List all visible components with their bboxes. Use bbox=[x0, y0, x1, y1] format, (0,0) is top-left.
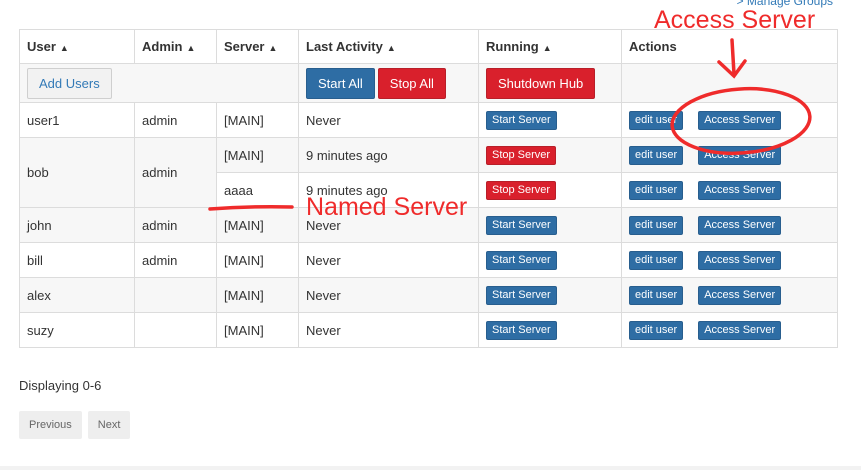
table-row: suzy [MAIN] Never Start Server edit user… bbox=[19, 312, 838, 348]
col-user[interactable]: User ▲︎ bbox=[19, 29, 135, 64]
annotation-named-server: Named Server bbox=[306, 193, 468, 221]
edit-user-button[interactable]: edit user bbox=[629, 320, 684, 340]
table-row: user1 admin [MAIN] Never Start Server ed… bbox=[19, 102, 838, 138]
user-cell: suzy bbox=[19, 312, 135, 348]
last-activity-cell: Never bbox=[298, 312, 479, 348]
sort-icon: ▲︎ bbox=[268, 43, 278, 53]
admin-cell: admin bbox=[134, 102, 217, 138]
start-server-button[interactable]: Start Server bbox=[486, 215, 557, 235]
edit-user-button[interactable]: edit user bbox=[629, 285, 684, 305]
user-cell: bob bbox=[19, 137, 135, 208]
sort-icon: ▲︎ bbox=[59, 43, 69, 53]
users-table: User ▲︎ Admin ▲︎ Server ▲︎ Last Activity ▲︎ … bbox=[19, 29, 838, 348]
start-server-button[interactable]: Start Server bbox=[486, 285, 557, 305]
server-cell: [MAIN] bbox=[216, 207, 299, 243]
pagination: Previous Next bbox=[19, 411, 136, 439]
server-cell: [MAIN] bbox=[216, 102, 299, 138]
previous-button[interactable]: Previous bbox=[19, 411, 82, 439]
admin-cell bbox=[134, 277, 217, 313]
edit-user-button[interactable]: edit user bbox=[629, 250, 684, 270]
server-cell: [MAIN] bbox=[216, 137, 299, 173]
annotation-access-server: Access Server bbox=[654, 6, 816, 34]
admin-cell: admin bbox=[134, 207, 217, 243]
stop-all-button[interactable]: Stop All bbox=[377, 67, 446, 99]
stop-server-button[interactable]: Stop Server bbox=[486, 180, 557, 200]
admin-cell bbox=[134, 312, 217, 348]
user-cell: user1 bbox=[19, 102, 135, 138]
table-row: bob admin [MAIN] 9 minutes ago Stop Serv… bbox=[19, 137, 838, 208]
admin-cell: admin bbox=[134, 242, 217, 278]
col-last-activity[interactable]: Last Activity ▲︎ bbox=[298, 29, 479, 64]
access-server-button[interactable]: Access Server bbox=[698, 320, 782, 340]
table-row: bill admin [MAIN] Never Start Server edi… bbox=[19, 242, 838, 278]
server-cell: [MAIN] bbox=[216, 242, 299, 278]
table-row: alex [MAIN] Never Start Server edit user… bbox=[19, 277, 838, 313]
user-cell: alex bbox=[19, 277, 135, 313]
controls-row: Add Users Start All Stop All Shutdown Hub bbox=[19, 63, 838, 103]
user-cell: bill bbox=[19, 242, 135, 278]
col-running[interactable]: Running ▲︎ bbox=[478, 29, 622, 64]
last-activity-cell: Never bbox=[298, 242, 479, 278]
add-users-button[interactable]: Add Users bbox=[27, 67, 112, 99]
displaying-count: Displaying 0-6 bbox=[19, 378, 102, 393]
sort-icon: ▲︎ bbox=[542, 43, 552, 53]
server-cell: [MAIN] bbox=[216, 312, 299, 348]
col-server[interactable]: Server ▲︎ bbox=[216, 29, 299, 64]
bottom-bar bbox=[0, 466, 861, 470]
start-server-button[interactable]: Start Server bbox=[486, 250, 557, 270]
server-cell: aaaa bbox=[216, 172, 299, 208]
access-server-button[interactable]: Access Server bbox=[698, 250, 782, 270]
last-activity-cell: Never bbox=[298, 277, 479, 313]
user-cell: john bbox=[19, 207, 135, 243]
sort-icon: ▲︎ bbox=[186, 43, 196, 53]
stop-server-button[interactable]: Stop Server bbox=[486, 145, 557, 165]
edit-user-button[interactable]: edit user bbox=[629, 145, 684, 165]
access-server-button[interactable]: Access Server bbox=[698, 110, 782, 130]
start-server-button[interactable]: Start Server bbox=[486, 110, 557, 130]
access-server-button[interactable]: Access Server bbox=[698, 180, 782, 200]
last-activity-cell: Never bbox=[298, 102, 479, 138]
edit-user-button[interactable]: edit user bbox=[629, 215, 684, 235]
last-activity-cell: 9 minutes ago bbox=[298, 137, 479, 173]
access-server-button[interactable]: Access Server bbox=[698, 215, 782, 235]
edit-user-button[interactable]: edit user bbox=[629, 180, 684, 200]
sort-icon: ▲︎ bbox=[386, 43, 396, 53]
start-all-button[interactable]: Start All bbox=[306, 67, 375, 99]
edit-user-button[interactable]: edit user bbox=[629, 110, 684, 130]
start-server-button[interactable]: Start Server bbox=[486, 320, 557, 340]
access-server-button[interactable]: Access Server bbox=[698, 145, 782, 165]
server-cell: [MAIN] bbox=[216, 277, 299, 313]
col-admin[interactable]: Admin ▲︎ bbox=[134, 29, 217, 64]
shutdown-hub-button[interactable]: Shutdown Hub bbox=[486, 67, 596, 99]
access-server-button[interactable]: Access Server bbox=[698, 285, 782, 305]
admin-cell: admin bbox=[134, 137, 217, 208]
next-button[interactable]: Next bbox=[87, 411, 131, 439]
